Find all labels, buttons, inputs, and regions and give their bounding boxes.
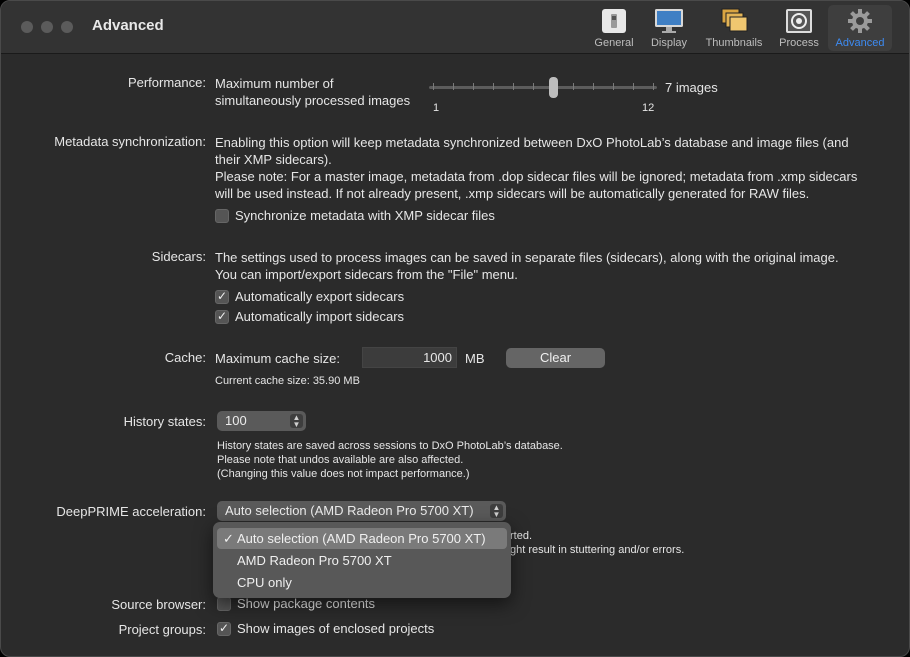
slider-tick [573,83,574,90]
window-title: Advanced [92,17,164,34]
tab-thumbnails[interactable]: Thumbnails [702,5,766,51]
tab-thumbnails-label: Thumbnails [705,37,763,49]
performance-slider-thumb[interactable] [549,77,558,98]
sync-xmp-label: Synchronize metadata with XMP sidecar fi… [235,208,495,223]
history-states-stepper[interactable]: 100 ▲ ▼ [217,411,306,431]
clear-cache-button[interactable]: Clear [506,348,605,368]
slider-tick [513,83,514,90]
history-note-2: Please note that undos available are als… [217,454,464,466]
process-icon [784,8,814,34]
tab-advanced[interactable]: Advanced [828,5,892,51]
performance-description-2: simultaneously processed images [215,93,411,108]
show-enclosed-projects-label: Show images of enclosed projects [237,621,435,636]
menu-item-amd-radeon[interactable]: AMD Radeon Pro 5700 XT [217,550,507,571]
slider-tick [633,83,634,90]
tab-process[interactable]: Process [767,5,831,51]
cache-unit: MB [465,351,485,366]
deepprime-label: DeepPRIME acceleration: [56,504,206,519]
deepprime-dropdown-menu: ✓ Auto selection (AMD Radeon Pro 5700 XT… [213,522,511,598]
gear-icon [845,8,875,34]
popup-arrows-icon: ▲ ▼ [490,504,503,519]
thumbnails-icon [719,8,749,34]
slider-tick [533,83,534,90]
history-label: History states: [123,414,206,429]
slider-tick [473,83,474,90]
tab-advanced-label: Advanced [835,37,885,49]
cache-max-label: Maximum cache size: [215,351,340,366]
metadata-line-3: Please note: For a master image, metadat… [215,169,858,184]
deepprime-selected: Auto selection (AMD Radeon Pro 5700 XT) [225,503,474,518]
minimize-window-button[interactable] [41,21,53,33]
export-sidecars-checkbox[interactable] [215,289,229,304]
show-package-contents-checkbox[interactable] [217,597,231,611]
menu-item-label: CPU only [237,575,292,590]
current-cache-size: Current cache size: 35.90 MB [215,375,360,387]
titlebar: Advanced General Display Thumbnails Proc… [1,1,909,54]
tab-process-label: Process [779,37,819,49]
cache-label: Cache: [164,350,206,365]
show-package-contents-label: Show package contents [237,596,376,611]
history-states-value: 100 [225,413,247,428]
deepprime-note-1: rted. [510,530,533,542]
tab-display[interactable]: Display [637,5,701,51]
deepprime-popup[interactable]: Auto selection (AMD Radeon Pro 5700 XT) … [217,501,506,521]
slider-tick [593,83,594,90]
menu-item-auto-selection[interactable]: ✓ Auto selection (AMD Radeon Pro 5700 XT… [217,528,507,549]
history-note-3: (Changing this value does not impact per… [217,468,470,480]
sidecars-line-2: You can import/export sidecars from the … [215,267,518,282]
stepper-arrows-icon[interactable]: ▲ ▼ [290,414,303,429]
general-icon [599,8,629,34]
slider-tick [433,83,434,90]
slider-max-label: 12 [642,102,655,114]
slider-min-label: 1 [433,102,440,114]
source-browser-label: Source browser: [111,597,206,612]
display-icon [654,8,684,34]
performance-label: Performance: [127,75,206,90]
performance-value: 7 images [665,80,718,95]
performance-slider-track[interactable] [429,86,657,89]
show-enclosed-projects-checkbox[interactable] [217,621,231,636]
sidecars-label: Sidecars: [151,249,206,264]
export-sidecars-label: Automatically export sidecars [235,289,405,304]
slider-tick [493,83,494,90]
metadata-label: Metadata synchronization: [54,134,206,149]
metadata-line-2: their XMP sidecars). [215,152,332,167]
slider-tick [453,83,454,90]
tab-display-label: Display [650,37,688,49]
sidecars-line-1: The settings used to process images can … [215,250,839,265]
import-sidecars-label: Automatically import sidecars [235,309,405,324]
metadata-line-1: Enabling this option will keep metadata … [215,135,849,150]
cache-size-input[interactable]: 1000 [362,347,457,368]
import-sidecars-checkbox[interactable] [215,309,229,324]
menu-item-label: Auto selection (AMD Radeon Pro 5700 XT) [237,531,486,546]
history-note-1: History states are saved across sessions… [217,440,563,452]
sync-xmp-checkbox[interactable] [215,209,229,223]
slider-tick [613,83,614,90]
performance-description-1: Maximum number of [215,76,334,91]
slider-tick [653,83,654,90]
deepprime-note-2: ght result in stuttering and/or errors. [510,544,685,556]
zoom-window-button[interactable] [61,21,73,33]
metadata-line-4: will be used instead. If not already pre… [215,186,810,201]
close-window-button[interactable] [21,21,33,33]
preferences-window: Advanced General Display Thumbnails Proc… [0,0,910,657]
menu-item-label: AMD Radeon Pro 5700 XT [237,553,392,568]
menu-item-cpu-only[interactable]: CPU only [217,572,507,593]
checkmark-icon: ✓ [223,531,234,546]
project-groups-label: Project groups: [118,622,206,637]
